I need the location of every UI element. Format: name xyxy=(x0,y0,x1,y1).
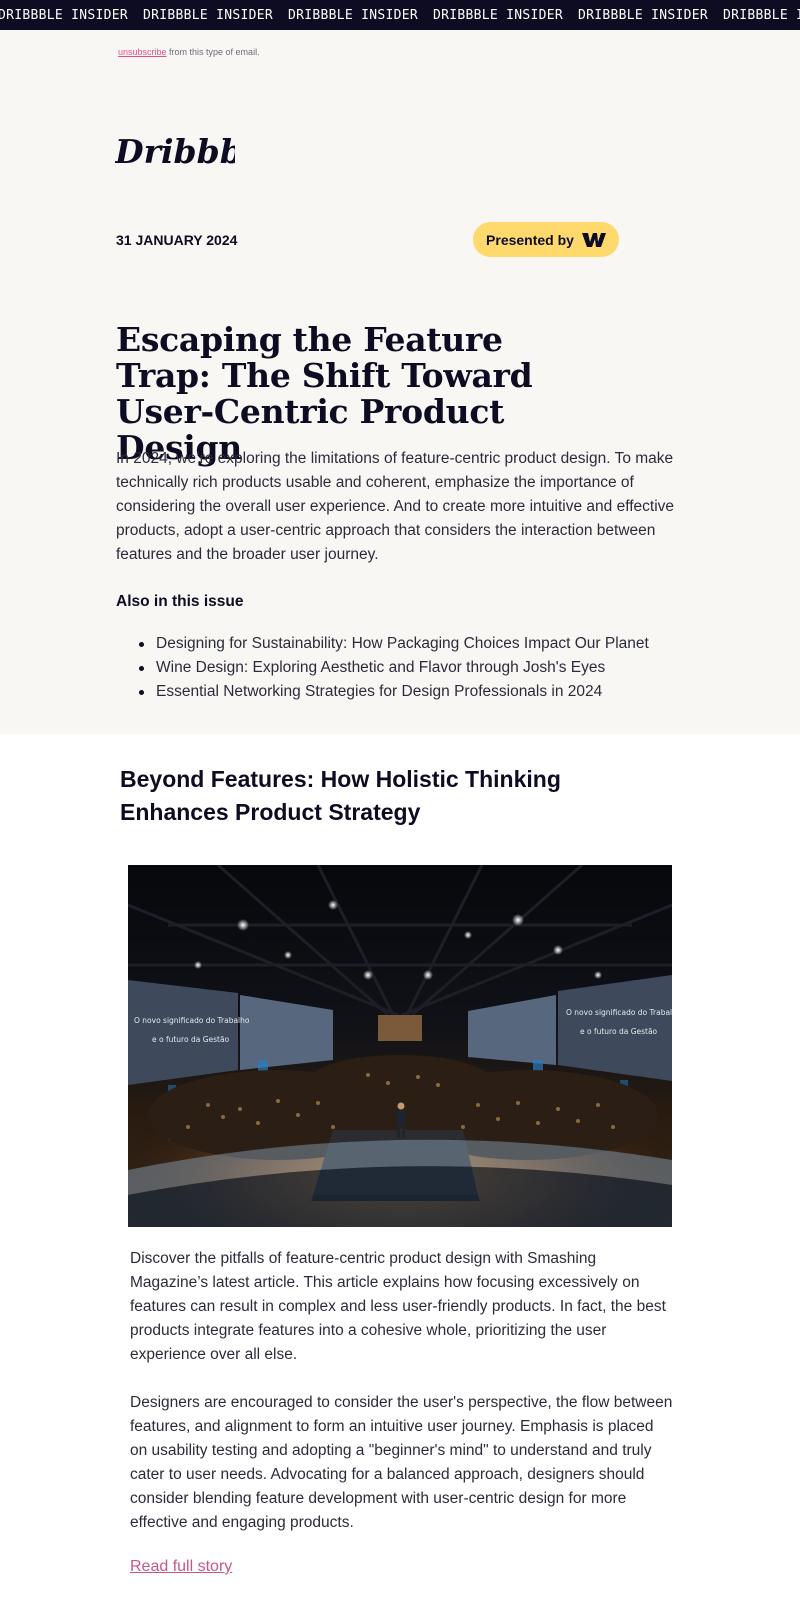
dribbble-wordmark-icon: Dribbble xyxy=(114,132,276,171)
banner-label: DRIBBBLE INSIDER xyxy=(433,8,564,23)
logo-text: Dribbble xyxy=(115,132,235,171)
banner-label: DRIBBBLE INSIDER xyxy=(723,8,800,23)
issue-date: 31 JANUARY 2024 xyxy=(116,232,238,248)
hero-intro: In 2024, we’re exploring the limitations… xyxy=(116,450,675,563)
article-title: Beyond Features: How Holistic Thinking E… xyxy=(120,766,561,825)
also-in-issue-list: Designing for Sustainability: How Packag… xyxy=(139,632,696,704)
right-screen-text: O novo significado do Trabalho xyxy=(566,1008,672,1017)
article-paragraph-2: Designers are encouraged to consider the… xyxy=(130,1394,673,1531)
sponsor-pill[interactable]: Presented by xyxy=(473,222,619,257)
conference-hall-image: O novo significado do Trabalho e o futur… xyxy=(128,865,672,1227)
read-full-story-link[interactable]: Read full story xyxy=(130,1558,232,1576)
banner-label: DRIBBBLE INSIDER xyxy=(0,8,129,23)
unsubscribe-link[interactable]: unsubscribe xyxy=(118,47,167,57)
unsubscribe-suffix: from this type of email. xyxy=(166,47,260,57)
list-item-text: Designing for Sustainability: How Packag… xyxy=(156,635,649,652)
also-in-issue-heading: Also in this issue xyxy=(116,593,244,610)
list-item[interactable]: Essential Networking Strategies for Desi… xyxy=(139,680,696,704)
right-screen-text: e o futuro da Gestão xyxy=(580,1027,658,1036)
left-screen-text: e o futuro da Gestão xyxy=(152,1035,230,1044)
back-stage-screen xyxy=(378,1015,422,1041)
webflow-w-icon xyxy=(581,232,606,247)
left-screen xyxy=(128,980,238,1085)
list-item-text: Wine Design: Exploring Aesthetic and Fla… xyxy=(156,659,606,676)
article-paragraph-1: Discover the pitfalls of feature-centric… xyxy=(130,1250,666,1363)
unsubscribe-row: unsubscribe from this type of email. xyxy=(118,47,260,57)
bullet-icon xyxy=(139,666,144,671)
list-item[interactable]: Designing for Sustainability: How Packag… xyxy=(139,632,696,656)
presented-by-label: Presented by xyxy=(486,231,574,248)
list-item[interactable]: Wine Design: Exploring Aesthetic and Fla… xyxy=(139,656,696,680)
bullet-icon xyxy=(139,690,144,695)
top-banner: DRIBBBLE INSIDER DRIBBBLE INSIDER DRIBBB… xyxy=(0,0,800,30)
dribbble-logo[interactable]: Dribbble xyxy=(114,124,276,174)
list-item-text: Essential Networking Strategies for Desi… xyxy=(156,683,603,700)
banner-label: DRIBBBLE INSIDER xyxy=(143,8,274,23)
hero-title: Escaping the Feature Trap: The Shift Tow… xyxy=(116,320,533,467)
banner-label: DRIBBBLE INSIDER xyxy=(578,8,709,23)
banner-label: DRIBBBLE INSIDER xyxy=(288,8,419,23)
bullet-icon xyxy=(139,642,144,647)
article-photo[interactable]: O novo significado do Trabalho e o futur… xyxy=(128,865,672,1227)
left-screen-text: O novo significado do Trabalho xyxy=(134,1016,250,1025)
